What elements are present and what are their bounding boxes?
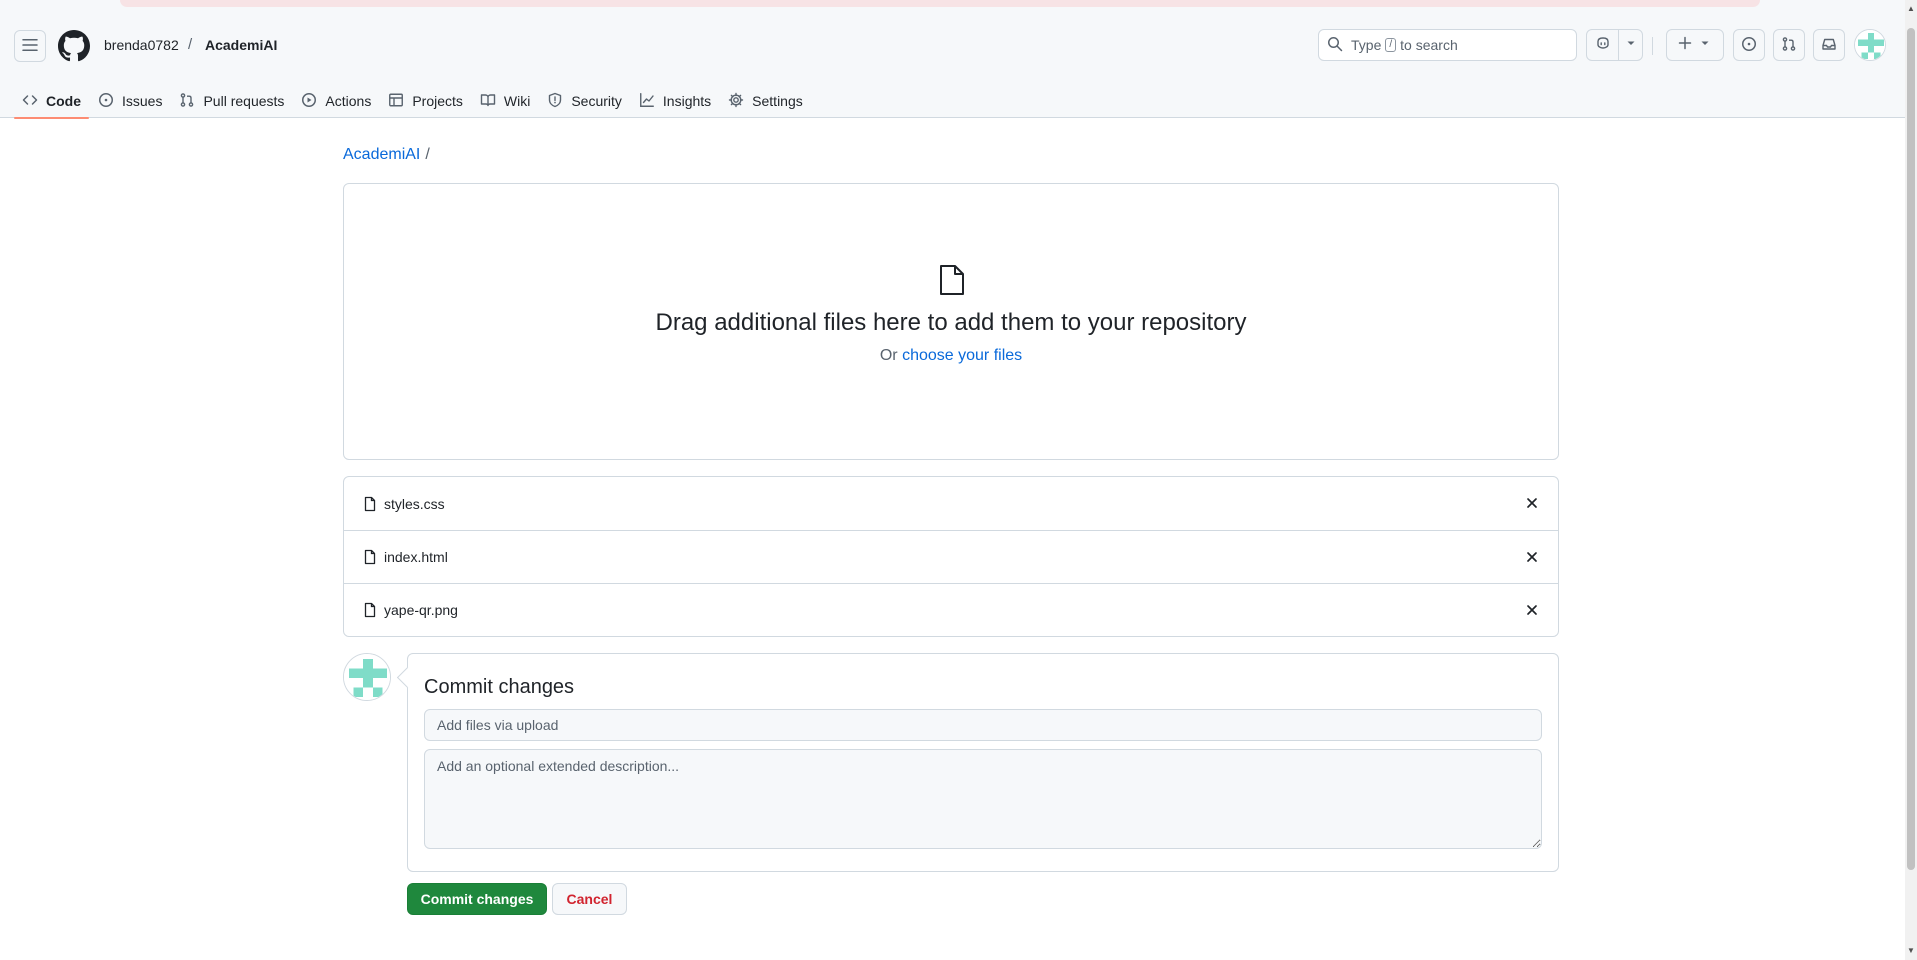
- inbox-button[interactable]: [1813, 29, 1845, 61]
- remove-file-button[interactable]: [1524, 549, 1540, 565]
- repo-tabs: Code Issues Pull requests Actions Projec…: [14, 85, 812, 119]
- file-name: styles.css: [384, 495, 445, 512]
- tab-label: Issues: [122, 93, 163, 109]
- tab-security[interactable]: Security: [539, 85, 630, 117]
- create-new-button[interactable]: [1667, 30, 1723, 60]
- search-shortcut-key: /: [1385, 38, 1397, 52]
- git-pull-request-icon: [1781, 36, 1797, 55]
- tab-code[interactable]: Code: [14, 85, 89, 119]
- plus-icon: [1677, 35, 1693, 56]
- cancel-button[interactable]: Cancel: [552, 883, 627, 915]
- menu-button[interactable]: [14, 30, 46, 62]
- x-icon: [1527, 605, 1537, 615]
- tab-label: Code: [46, 93, 81, 109]
- remove-file-button[interactable]: [1524, 602, 1540, 618]
- tab-actions[interactable]: Actions: [293, 85, 379, 117]
- list-item: styles.css: [344, 477, 1558, 530]
- tab-projects[interactable]: Projects: [380, 85, 471, 117]
- file-name: index.html: [384, 549, 448, 565]
- file-icon: [364, 602, 376, 618]
- avatar: [343, 653, 391, 701]
- owner-link[interactable]: brenda0782: [104, 37, 179, 53]
- breadcrumb-separator: /: [425, 146, 430, 163]
- commit-message-input[interactable]: [424, 709, 1542, 741]
- file-icon: [364, 549, 376, 565]
- tab-pull-requests[interactable]: Pull requests: [171, 85, 292, 117]
- book-icon: [480, 92, 504, 111]
- file-dropzone[interactable]: Drag additional files here to add them t…: [343, 183, 1559, 460]
- tab-label: Settings: [752, 93, 803, 109]
- tab-label: Security: [571, 93, 622, 109]
- breadcrumb-repo-link[interactable]: AcademiAI: [343, 146, 420, 163]
- scroll-down-arrow-icon[interactable]: ▼: [1907, 946, 1915, 955]
- pull-requests-button[interactable]: [1773, 29, 1805, 61]
- tab-wiki[interactable]: Wiki: [472, 85, 538, 117]
- global-bar: brenda0782 / AcademiAI Type / to search: [0, 28, 1905, 68]
- copilot-dropdown-button[interactable]: [1618, 30, 1642, 60]
- tab-label: Projects: [412, 93, 463, 109]
- search-input[interactable]: Type / to search: [1318, 29, 1577, 61]
- hamburger-icon: [22, 37, 38, 56]
- search-prefix: Type: [1351, 37, 1382, 53]
- breadcrumb: AcademiAI /: [343, 146, 430, 164]
- triangle-down-icon: [1697, 35, 1713, 56]
- dropzone-title: Drag additional files here to add them t…: [655, 309, 1247, 336]
- tab-issues[interactable]: Issues: [90, 85, 170, 117]
- search-suffix: to search: [1400, 37, 1458, 53]
- issue-opened-icon: [98, 92, 122, 111]
- commit-title: Commit changes: [424, 676, 575, 698]
- file-icon: [938, 264, 966, 296]
- file-name: yape-qr.png: [384, 602, 458, 618]
- file-icon: [364, 496, 376, 511]
- tab-settings[interactable]: Settings: [720, 85, 811, 117]
- inbox-icon: [1821, 36, 1837, 55]
- commit-form: Commit changes: [407, 653, 1559, 872]
- issues-button[interactable]: [1733, 29, 1765, 61]
- issue-opened-icon: [1741, 36, 1757, 55]
- x-icon: [1527, 552, 1537, 562]
- repo-link[interactable]: AcademiAI: [205, 37, 277, 53]
- triangle-down-icon: [1623, 35, 1639, 56]
- header-divider: [1652, 37, 1653, 55]
- github-logo-icon[interactable]: [58, 30, 90, 62]
- graph-icon: [639, 92, 663, 111]
- shield-icon: [547, 92, 571, 111]
- tab-insights[interactable]: Insights: [631, 85, 719, 117]
- tab-label: Wiki: [503, 93, 531, 109]
- git-pull-request-icon: [179, 92, 203, 111]
- browser-top-strip: [0, 0, 1905, 10]
- choose-files-link[interactable]: choose your files: [902, 347, 1022, 364]
- code-icon: [22, 92, 46, 111]
- tab-label: Insights: [662, 93, 712, 109]
- page-scrollbar[interactable]: ▲ ▼: [1905, 0, 1917, 960]
- dropzone-or-text: Or: [879, 347, 898, 364]
- x-icon: [1527, 498, 1537, 508]
- commit-changes-button[interactable]: Commit changes: [407, 883, 547, 915]
- list-item: index.html: [344, 530, 1558, 583]
- create-new-button-group: [1666, 29, 1724, 61]
- scrollbar-thumb[interactable]: [1907, 28, 1915, 870]
- table-icon: [388, 92, 412, 111]
- gear-icon: [728, 92, 752, 111]
- copilot-button[interactable]: [1587, 30, 1618, 60]
- tab-label: Actions: [325, 93, 372, 109]
- search-icon: [1327, 36, 1351, 55]
- repo-header: brenda0782 / AcademiAI Type / to search: [0, 10, 1905, 119]
- remove-file-button[interactable]: [1524, 495, 1540, 511]
- tab-label: Pull requests: [203, 93, 285, 109]
- scroll-up-arrow-icon[interactable]: ▲: [1907, 4, 1915, 13]
- notification-bar: [120, 0, 1760, 7]
- copilot-button-group: [1586, 29, 1643, 61]
- copilot-icon: [1595, 35, 1611, 56]
- user-avatar[interactable]: [1854, 29, 1886, 61]
- upload-file-list: styles.css index.html yape-qr.png: [343, 476, 1559, 637]
- play-icon: [301, 92, 325, 111]
- list-item: yape-qr.png: [344, 583, 1558, 636]
- commit-description-input[interactable]: [424, 749, 1542, 849]
- dropzone-hint: Or choose your files: [344, 347, 1558, 365]
- breadcrumb-separator: /: [188, 36, 193, 53]
